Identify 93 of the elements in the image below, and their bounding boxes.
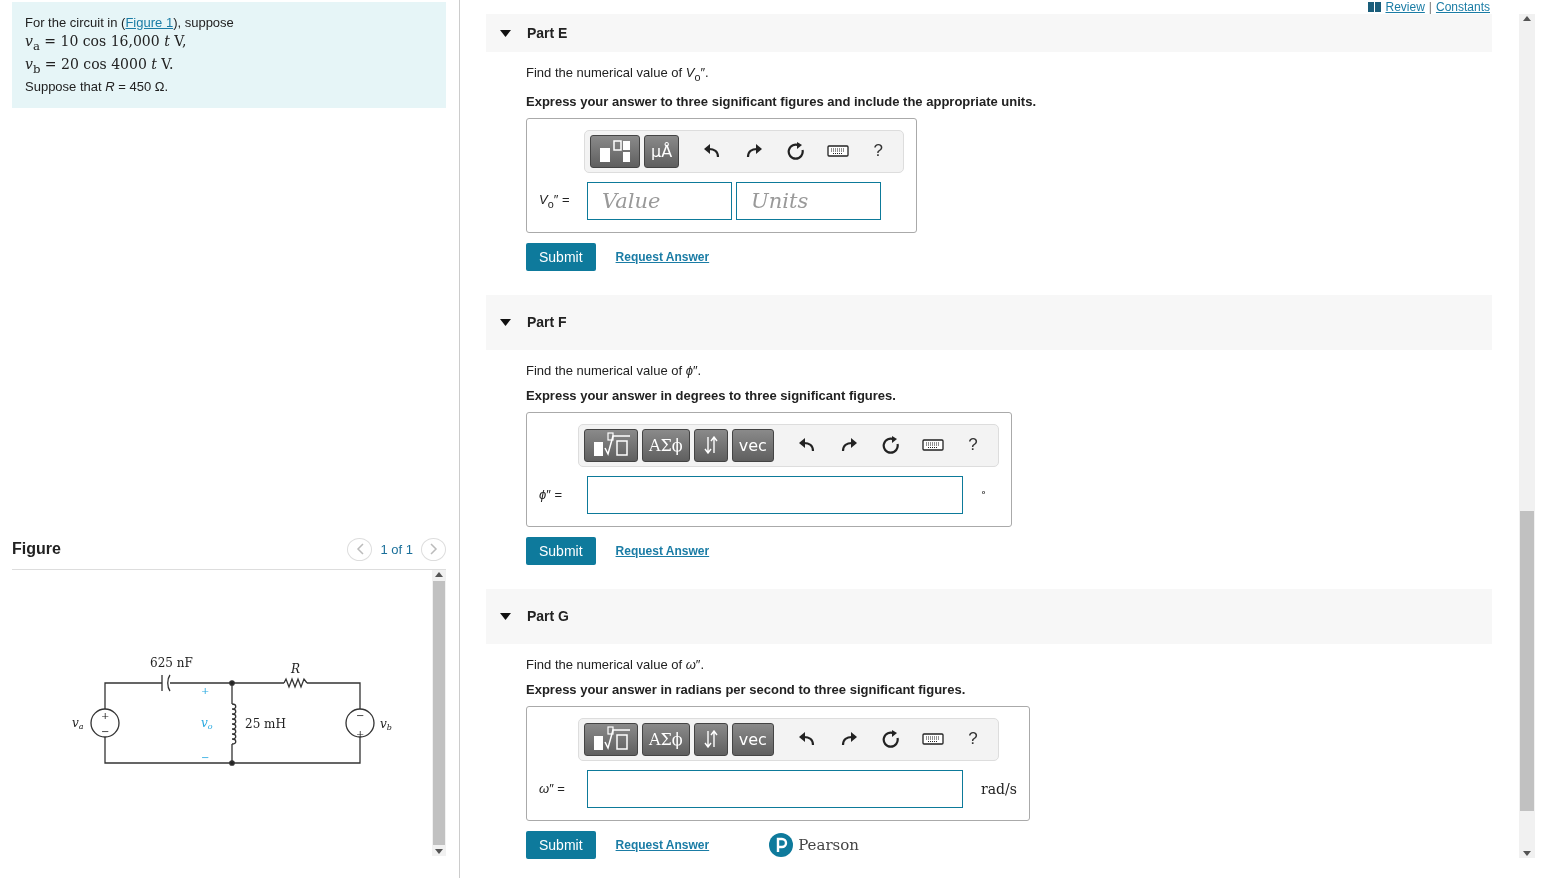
- unit-label: °: [981, 489, 986, 501]
- symbol-button[interactable]: vec: [731, 722, 774, 756]
- answer-field[interactable]: Value: [587, 181, 732, 220]
- part-header[interactable]: Part E: [486, 14, 1492, 52]
- caret-icon: [500, 612, 511, 620]
- caret-icon: [500, 29, 511, 37]
- chevron-right-icon: [429, 543, 438, 556]
- symbol-button[interactable]: ΑΣϕ: [642, 722, 690, 756]
- keyboard-icon: [827, 145, 850, 158]
- submit-button[interactable]: Submit: [526, 536, 596, 565]
- capacitor-label: 625 nF: [150, 655, 193, 670]
- polarity-sign: +: [356, 727, 365, 739]
- template-button[interactable]: [590, 134, 640, 168]
- question-text: Find the numerical value of V$_{o}$″.: [526, 64, 709, 85]
- reset-icon: [881, 436, 900, 455]
- template-button[interactable]: [584, 722, 638, 756]
- scrollbar[interactable]: [432, 569, 446, 856]
- template-icon: [597, 138, 633, 165]
- symbol-button[interactable]: vec: [731, 428, 774, 462]
- request-answer-link[interactable]: Request Answer: [615, 837, 710, 852]
- answer-field[interactable]: [587, 475, 963, 514]
- resistor-label: R: [291, 661, 301, 676]
- intro-text: For the circuit in (Figure 1), suppose: [25, 14, 235, 32]
- variable-label: V$_{o}$″ =: [539, 191, 571, 210]
- undo-icon: [798, 438, 815, 453]
- arrows-button[interactable]: [693, 428, 728, 462]
- instruction-text: Express your answer to three significant figures and include the appropriate units.: [526, 93, 1036, 109]
- symbol-button[interactable]: ΑΣϕ: [642, 428, 690, 462]
- up-down-arrows-icon: [703, 436, 718, 455]
- question-text: Find the numerical value of ω″.: [526, 655, 705, 674]
- figure-link[interactable]: Figure 1: [125, 15, 174, 30]
- part-title: Part E: [527, 25, 568, 41]
- part-title: Part F: [527, 314, 567, 331]
- keyboard-icon: [921, 733, 944, 746]
- scroll-down-icon[interactable]: [1523, 851, 1531, 856]
- review-link[interactable]: Review: [1385, 0, 1425, 14]
- link-separator: |: [1428, 0, 1432, 14]
- variable-label: ω″ =: [539, 781, 566, 797]
- part-header[interactable]: Part F: [486, 294, 1492, 350]
- output-label: v$_{o}$: [201, 715, 213, 731]
- request-answer-link[interactable]: Request Answer: [615, 543, 710, 558]
- source-label: v$_{a}$: [72, 715, 84, 731]
- undo-icon: [798, 732, 815, 747]
- redo-icon: [840, 438, 857, 453]
- inductor-label: 25 mH: [245, 716, 286, 731]
- caret-icon: [500, 318, 511, 326]
- condition-text: Suppose that R = 450 Ω.: [25, 77, 170, 96]
- reset-icon: [787, 142, 806, 161]
- root-template-icon: [591, 432, 631, 459]
- brand-name: Pearson: [798, 835, 859, 854]
- request-answer-link[interactable]: Request Answer: [615, 249, 710, 264]
- chevron-left-icon: [355, 543, 364, 556]
- page-indicator: 1 of 1: [380, 541, 413, 557]
- scroll-up-icon[interactable]: [1523, 16, 1531, 21]
- source-label: v$_{b}$: [380, 716, 392, 732]
- book-icon: [1368, 2, 1382, 12]
- polarity-sign: −: [101, 725, 110, 737]
- reset-icon: [881, 730, 900, 749]
- arrows-button[interactable]: [693, 722, 728, 756]
- help-button[interactable]: ?: [955, 722, 990, 756]
- page-scrollbar[interactable]: [1519, 14, 1535, 858]
- polarity-sign: +: [101, 709, 110, 721]
- scroll-down-icon[interactable]: [435, 848, 443, 854]
- instruction-text: Express your answer in degrees to three significant figures.: [526, 387, 896, 403]
- equation: v$_{a}$ = 10 cos 16,000 t V,: [25, 32, 188, 55]
- up-down-arrows-icon: [703, 730, 718, 749]
- redo-icon: [840, 732, 857, 747]
- part-title: Part G: [527, 608, 569, 625]
- equation: v$_{b}$ = 20 cos 4000 t V.: [25, 54, 175, 78]
- undo-icon: [704, 144, 721, 159]
- symbol-button[interactable]: μÅ: [644, 134, 680, 168]
- template-button[interactable]: [584, 428, 638, 462]
- polarity-sign: −: [201, 751, 210, 763]
- answer-field[interactable]: [587, 769, 963, 808]
- scroll-up-icon[interactable]: [435, 571, 443, 577]
- help-button[interactable]: ?: [861, 134, 896, 168]
- keyboard-icon: [921, 439, 944, 452]
- redo-icon: [746, 144, 763, 159]
- submit-button[interactable]: Submit: [526, 242, 596, 271]
- constants-link[interactable]: Constants: [1435, 0, 1490, 14]
- polarity-sign: +: [201, 684, 210, 696]
- part-header[interactable]: Part G: [486, 588, 1492, 644]
- answer-field[interactable]: Units: [736, 181, 881, 220]
- instruction-text: Express your answer in radians per second to three significant figures.: [526, 681, 966, 697]
- question-text: Find the numerical value of ϕ″.: [526, 361, 702, 380]
- submit-button[interactable]: Submit: [526, 830, 596, 859]
- polarity-sign: −: [356, 709, 365, 721]
- help-button[interactable]: ?: [955, 428, 990, 462]
- figure-title: Figure: [12, 540, 61, 559]
- root-template-icon: [591, 726, 631, 753]
- variable-label: ϕ″ =: [539, 487, 564, 503]
- logo-icon: [769, 832, 794, 857]
- unit-label: rad/s: [981, 780, 1017, 797]
